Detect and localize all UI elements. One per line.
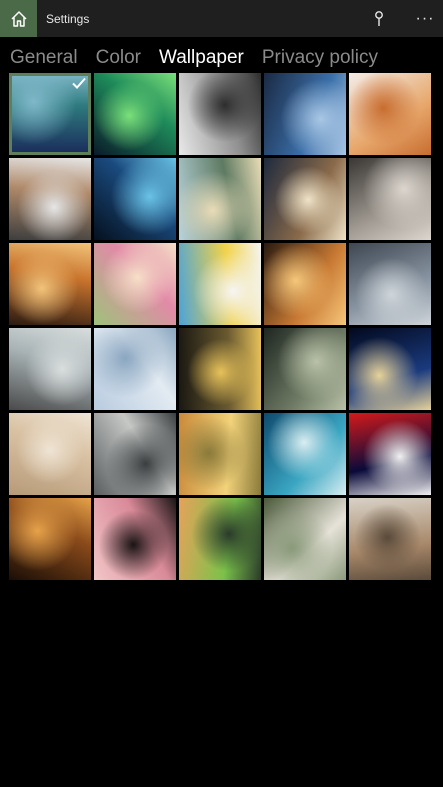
wallpaper-thumbnail-wedding-couple[interactable] <box>179 73 261 155</box>
wallpaper-thumbnail-earth-from-space[interactable] <box>349 328 431 410</box>
wallpaper-thumbnail-light-tunnel-road[interactable] <box>264 73 346 155</box>
more-options-button[interactable]: ··· <box>410 0 440 37</box>
wallpaper-thumbnail-red-blue-circles[interactable] <box>349 413 431 495</box>
wallpaper-thumbnail-blue-light-tunnel[interactable] <box>94 158 176 240</box>
wallpaper-thumbnail-aurora-night[interactable] <box>9 73 91 155</box>
pin-icon <box>375 10 383 26</box>
wallpaper-thumbnail-coffee-cup-bokeh[interactable] <box>264 158 346 240</box>
wallpaper-thumbnail-pink-flowers-field[interactable] <box>94 243 176 325</box>
wallpaper-thumbnail-time-to-relax-sand[interactable] <box>9 413 91 495</box>
wallpaper-thumbnail-woman-in-white-dress[interactable] <box>264 498 346 580</box>
title-bar: Settings ··· <box>0 0 443 37</box>
wallpaper-grid <box>9 73 431 580</box>
tab-color[interactable]: Color <box>86 45 141 71</box>
wallpaper-thumbnail-night-windows[interactable] <box>179 328 261 410</box>
pin-button[interactable] <box>365 0 393 37</box>
wallpaper-thumbnail-highway-traffic[interactable] <box>349 243 431 325</box>
wallpaper-thumbnail-sunrise-field[interactable] <box>179 498 261 580</box>
wallpaper-thumbnail-palm-trees[interactable] <box>179 158 261 240</box>
wallpaper-thumbnail-dandelion-sunset[interactable] <box>179 413 261 495</box>
tab-bar: General Color Wallpaper Privacy policy <box>0 45 386 71</box>
wallpaper-thumbnail-orange-flowers[interactable] <box>9 243 91 325</box>
wallpaper-thumbnail-curtain[interactable] <box>349 158 431 240</box>
wallpaper-thumbnail-woman-dandelion[interactable] <box>349 498 431 580</box>
wallpaper-thumbnail-crowd-crosswalk[interactable] <box>94 413 176 495</box>
app-title: Settings <box>46 11 90 26</box>
wallpaper-thumbnail-sleeping-kitten[interactable] <box>349 73 431 155</box>
tab-general[interactable]: General <box>0 45 78 71</box>
wallpaper-thumbnail-hourglass[interactable] <box>9 328 91 410</box>
tab-wallpaper[interactable]: Wallpaper <box>149 45 244 71</box>
home-icon <box>10 10 27 27</box>
wallpaper-thumbnail-city-lights-bokeh[interactable] <box>94 328 176 410</box>
checkmark-icon <box>72 77 86 89</box>
wallpaper-thumbnail-green-aurora[interactable] <box>94 73 176 155</box>
wallpaper-thumbnail-surfer-wave[interactable] <box>264 413 346 495</box>
wallpaper-thumbnail-hands-together[interactable] <box>9 158 91 240</box>
tab-privacy-policy[interactable]: Privacy policy <box>252 45 378 71</box>
wallpaper-thumbnail-lemon-drink[interactable] <box>179 243 261 325</box>
wallpaper-thumbnail-heart-hands-sunset[interactable] <box>264 243 346 325</box>
home-button[interactable] <box>0 0 37 37</box>
wallpaper-thumbnail-umbrella-silhouette[interactable] <box>94 498 176 580</box>
wallpaper-thumbnail-golden-tunnel-rails[interactable] <box>9 498 91 580</box>
wallpaper-thumbnail-money-spiral[interactable] <box>264 328 346 410</box>
